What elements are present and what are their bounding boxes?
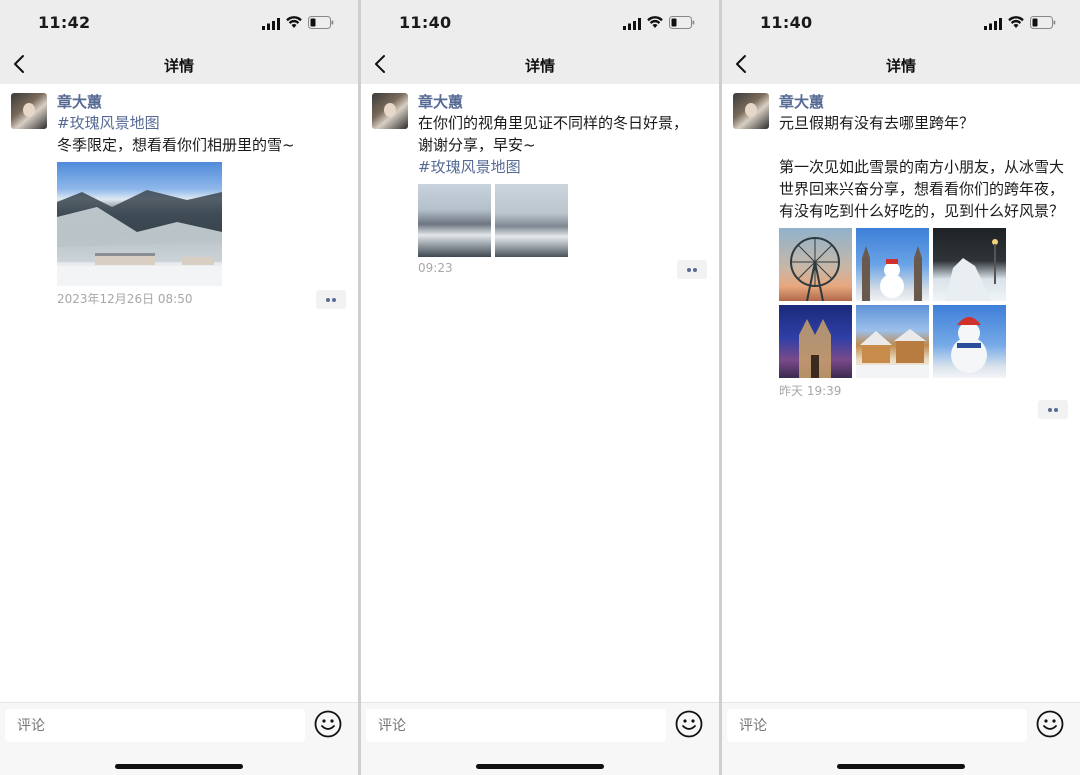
post-image-ice-sculpture-night[interactable] [933,228,1006,301]
cathedral-drawing [799,319,831,378]
more-dots-button[interactable] [316,290,346,309]
battery-icon [669,16,695,29]
post-username[interactable]: 章大蕙 [418,92,707,112]
post-image-snowy-street-houses[interactable] [856,305,929,378]
home-indicator[interactable] [476,764,604,769]
post-text: 元旦假期有没有去哪里跨年？ 第一次见如此雪景的南方小朋友，从冰雪大世界回来兴奋分… [779,114,1065,220]
post-image-snowy-trees-river-2[interactable] [495,184,568,257]
giant-snowman-drawing [951,317,987,373]
nav-bar: 详情 [722,46,1080,84]
cellular-signal-icon [623,18,641,30]
cellular-signal-icon [262,18,280,30]
houses-drawing [856,329,929,378]
post-body: 章大蕙 在你们的视角里见证不同样的冬日好景， 谢谢分享，早安~ #玫瑰风景地图 … [418,92,707,275]
emoji-icon[interactable] [675,710,703,738]
status-bar: 11:40 [722,0,1080,46]
post-timestamp: 昨天 19:39 [779,384,842,398]
snowman-castle-drawing [862,246,922,301]
more-dots-button[interactable] [677,260,707,279]
post-text: 在你们的视角里见证不同样的冬日好景， 谢谢分享，早安~ [418,114,689,154]
wifi-icon [647,16,663,28]
post-topic-tag[interactable]: #玫瑰风景地图 [57,112,346,134]
avatar[interactable] [372,93,408,129]
post-text: 冬季限定，想看看你们相册里的雪~ [57,136,295,154]
emoji-icon[interactable] [314,710,342,738]
nav-bar: 详情 [361,46,719,84]
mountain-scene-drawing [57,190,222,286]
cellular-signal-icon [984,18,1002,30]
status-time: 11:40 [399,13,452,32]
post-username[interactable]: 章大蕙 [779,92,1068,112]
comment-bar [0,702,358,775]
comment-bar [722,702,1080,775]
post-body: 章大蕙 元旦假期有没有去哪里跨年？ 第一次见如此雪景的南方小朋友，从冰雪大世界回… [779,92,1068,399]
page-title: 详情 [163,57,194,75]
post-image-snowy-mountain-village[interactable] [57,162,222,286]
phone-screen-1: 11:42 详情 章大蕙 #玫瑰风景地图 冬季限定，想看看你们相册里的雪~ 20… [0,0,358,775]
phone-screen-3: 11:40 详情 章大蕙 元旦假期有没有去哪里跨年？ 第一次见如此雪景的南方小朋… [722,0,1080,775]
page-title: 详情 [885,57,916,75]
more-dots-button[interactable] [1038,400,1068,419]
battery-icon [308,16,334,29]
post-image-grid [779,228,1068,378]
post-topic-tag[interactable]: #玫瑰风景地图 [418,156,707,178]
wifi-icon [1008,16,1024,28]
phone-screen-2: 11:40 详情 章大蕙 在你们的视角里见证不同样的冬日好景， 谢谢分享，早安~… [361,0,719,775]
post-image-ferris-wheel-sunset[interactable] [779,228,852,301]
post-username[interactable]: 章大蕙 [57,92,346,112]
comment-input[interactable] [727,709,1027,742]
home-indicator[interactable] [115,764,243,769]
ferris-wheel-drawing [790,237,840,301]
page-title: 详情 [524,57,555,75]
comment-bar [361,702,719,775]
post-body: 章大蕙 #玫瑰风景地图 冬季限定，想看看你们相册里的雪~ 2023年12月26日… [57,92,346,307]
post-image-snowman-ice-castle[interactable] [856,228,929,301]
avatar[interactable] [11,93,47,129]
status-time: 11:40 [760,13,813,32]
post-timestamp: 09:23 [418,261,453,275]
home-indicator[interactable] [837,764,965,769]
comment-input[interactable] [366,709,666,742]
status-bar: 11:42 [0,0,358,46]
ice-sculpture-drawing [945,239,998,301]
status-time: 11:42 [38,13,91,32]
status-bar: 11:40 [361,0,719,46]
post-image-giant-snowman[interactable] [933,305,1006,378]
wifi-icon [286,16,302,28]
nav-bar: 详情 [0,46,358,84]
emoji-icon[interactable] [1036,710,1064,738]
post-image-grid [418,184,707,257]
battery-icon [1030,16,1056,29]
post-timestamp: 2023年12月26日 08:50 [57,292,193,306]
avatar[interactable] [733,93,769,129]
comment-input[interactable] [5,709,305,742]
post-image-snowy-trees-river-1[interactable] [418,184,491,257]
post-image-cathedral-night[interactable] [779,305,852,378]
